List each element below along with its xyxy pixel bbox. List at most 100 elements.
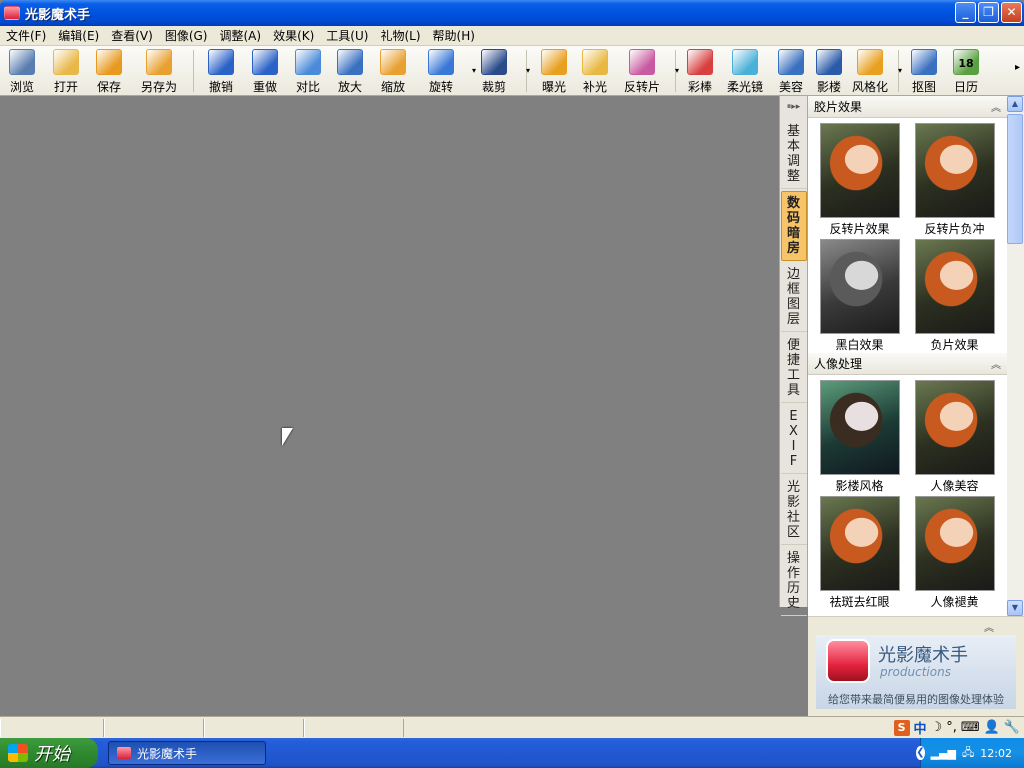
signal-icon[interactable]: ▂▄▆ [931, 747, 956, 760]
tool-color-wand-button[interactable]: 彩棒 [681, 46, 719, 96]
thumbnail-image [819, 380, 900, 475]
effect-thumbnail[interactable]: 反转片效果 [812, 121, 907, 237]
undo-icon [208, 49, 234, 75]
thumbnail-caption: 祛斑去红眼 [829, 595, 890, 609]
close-button[interactable]: ✕ [1001, 2, 1022, 23]
tool-undo-button[interactable]: 撤销 [199, 46, 243, 96]
scroll-down-icon[interactable]: ▼ [1007, 600, 1023, 616]
menu-item-6[interactable]: 工具(U) [320, 27, 374, 44]
menu-item-5[interactable]: 效果(K) [267, 27, 320, 44]
status-cell [304, 718, 404, 737]
vtab-6[interactable]: 操作历史 [780, 547, 807, 616]
tool-label: 打开 [53, 80, 78, 94]
scroll-up-icon[interactable]: ▲ [1007, 96, 1023, 112]
effect-thumbnail[interactable]: 人像美容 [907, 378, 1002, 494]
beauty-icon [778, 49, 804, 75]
minimize-button[interactable]: _ [955, 2, 976, 23]
tool-reversal-film-button[interactable]: 反转片 ▾ [614, 46, 679, 96]
image-canvas[interactable] [0, 96, 779, 716]
start-button[interactable]: 开始 [0, 738, 98, 768]
menu-item-3[interactable]: 图像(G) [159, 27, 214, 44]
wrench-icon[interactable]: 🔧 [1004, 720, 1020, 735]
punctuation-icon[interactable]: °, [946, 720, 957, 735]
menu-item-7[interactable]: 礼物(L) [374, 27, 426, 44]
ime-lang[interactable]: 中 [914, 718, 927, 737]
clock[interactable]: 12:02 [980, 747, 1012, 760]
tool-stylize-button[interactable]: 风格化 ▾ [847, 46, 902, 96]
scroll-thumb[interactable] [1007, 114, 1023, 244]
effect-thumbnail[interactable]: 反转片负冲 [907, 121, 1002, 237]
dropdown-arrow-icon[interactable]: ▾ [675, 66, 679, 75]
tool-cutout-button[interactable]: 抠图 [904, 46, 944, 96]
tool-resize-button[interactable]: 缩放 [371, 46, 415, 96]
tool-folder-open-button[interactable]: 打开 [44, 46, 88, 96]
collapse-icon[interactable]: ︽ [991, 99, 1001, 114]
taskbar-app-button[interactable]: 光影魔术手 [108, 741, 266, 765]
tool-compare-button[interactable]: 对比 [287, 46, 329, 96]
tool-zoom-in-button[interactable]: 放大 [329, 46, 371, 96]
studio-icon [816, 49, 842, 75]
sogou-icon[interactable]: S [893, 719, 910, 736]
keyboard-icon[interactable]: ⌨ [961, 720, 980, 735]
tool-exposure-button[interactable]: 曝光 [532, 46, 576, 96]
thumbnail-image [819, 496, 900, 591]
network-icon[interactable]: 🖧 [962, 744, 974, 763]
exposure-icon [541, 49, 567, 75]
tool-save-as-button[interactable]: 另存为 [130, 46, 188, 96]
effect-thumbnail[interactable]: 影楼风格 [812, 378, 907, 494]
thumbnail-caption: 负片效果 [930, 338, 979, 352]
brand-panel: ︽ 光影魔术手 productions 给您带来最简便易用的图像处理体验 [808, 616, 1024, 716]
menu-item-4[interactable]: 调整(A) [213, 27, 267, 44]
vtab-3[interactable]: 便捷工具 [780, 334, 807, 403]
effect-thumbnail[interactable]: 人像褪黄 [907, 494, 1002, 610]
tray-expand-icon[interactable]: ❮ [916, 746, 925, 760]
tool-calendar-button[interactable]: 18 日历 [944, 46, 988, 96]
compare-icon [295, 49, 321, 75]
collapse-icon[interactable]: ︽ [984, 619, 994, 634]
vtab-4[interactable]: EXIF [780, 405, 807, 474]
tool-save-button[interactable]: 保存 [88, 46, 130, 96]
brand-banner[interactable]: 光影魔术手 productions 给您带来最简便易用的图像处理体验 [816, 635, 1016, 709]
menu-item-1[interactable]: 编辑(E) [52, 27, 105, 44]
toolbar-overflow-icon[interactable]: ▸ [1015, 62, 1020, 73]
vertical-tabs: ⏸▸▸ 基本调整数码暗房边框图层便捷工具EXIF光影社区操作历史 [779, 96, 808, 616]
tool-browse-button[interactable]: 浏览 [0, 46, 44, 96]
app-icon [117, 747, 131, 759]
tool-beauty-button[interactable]: 美容▾ [771, 46, 820, 96]
expand-panel-icon[interactable]: ⏸▸▸ [780, 96, 807, 118]
tool-fill-light-button[interactable]: 补光 [576, 46, 614, 96]
effects-grid: 反转片效果 反转片负冲 黑白效果 负片效果 [808, 118, 1007, 353]
tool-rotate-button[interactable]: 旋转 ▾ [415, 46, 476, 96]
effect-thumbnail[interactable]: 祛斑去红眼 [812, 494, 907, 610]
title-bar: 光影魔术手 _ ❐ ✕ [0, 0, 1024, 26]
section-header[interactable]: 胶片效果 ︽ [808, 96, 1007, 118]
tool-label: 另存为 [140, 80, 177, 94]
vtab-1[interactable]: 数码暗房 [780, 191, 807, 261]
tool-redo-button[interactable]: 重做 [243, 46, 287, 96]
thumbnail-caption: 人像美容 [930, 479, 979, 493]
ime-toolbar: S 中 ☽ °, ⌨ 👤 🔧 [893, 717, 1020, 738]
save-icon [96, 49, 122, 75]
menu-item-0[interactable]: 文件(F) [0, 27, 52, 44]
vtab-2[interactable]: 边框图层 [780, 263, 807, 332]
dropdown-arrow-icon[interactable]: ▾ [898, 66, 902, 75]
vtab-5[interactable]: 光影社区 [780, 476, 807, 545]
tool-studio-button[interactable]: 影楼 [811, 46, 847, 96]
effect-thumbnail[interactable]: 黑白效果 [812, 237, 907, 353]
vtab-0[interactable]: 基本调整 [780, 120, 807, 189]
collapse-icon[interactable]: ︽ [991, 356, 1001, 371]
moon-icon[interactable]: ☽ [931, 720, 943, 735]
tool-soft-focus-button[interactable]: 柔光镜 [719, 46, 771, 96]
taskbar: 开始 光影魔术手 ❮ ▂▄▆ 🖧 12:02 [0, 738, 1024, 768]
effect-thumbnail[interactable]: 负片效果 [907, 237, 1002, 353]
menu-bar: 文件(F) 编辑(E) 查看(V) 图像(G) 调整(A) 效果(K) 工具(U) 礼物(L)… [0, 26, 1024, 46]
panel-scrollbar[interactable]: ▲ ▼ [1007, 96, 1024, 616]
maximize-button[interactable]: ❐ [978, 2, 999, 23]
user-icon[interactable]: 👤 [984, 720, 1000, 735]
section-header[interactable]: 人像处理 ︽ [808, 353, 1007, 375]
menu-item-8[interactable]: 帮助(H) [427, 27, 481, 44]
menu-item-2[interactable]: 查看(V) [105, 27, 159, 44]
save-as-icon [146, 49, 172, 75]
dropdown-arrow-icon[interactable]: ▾ [526, 66, 530, 75]
tool-crop-button[interactable]: 裁剪 ▾ [467, 46, 530, 96]
